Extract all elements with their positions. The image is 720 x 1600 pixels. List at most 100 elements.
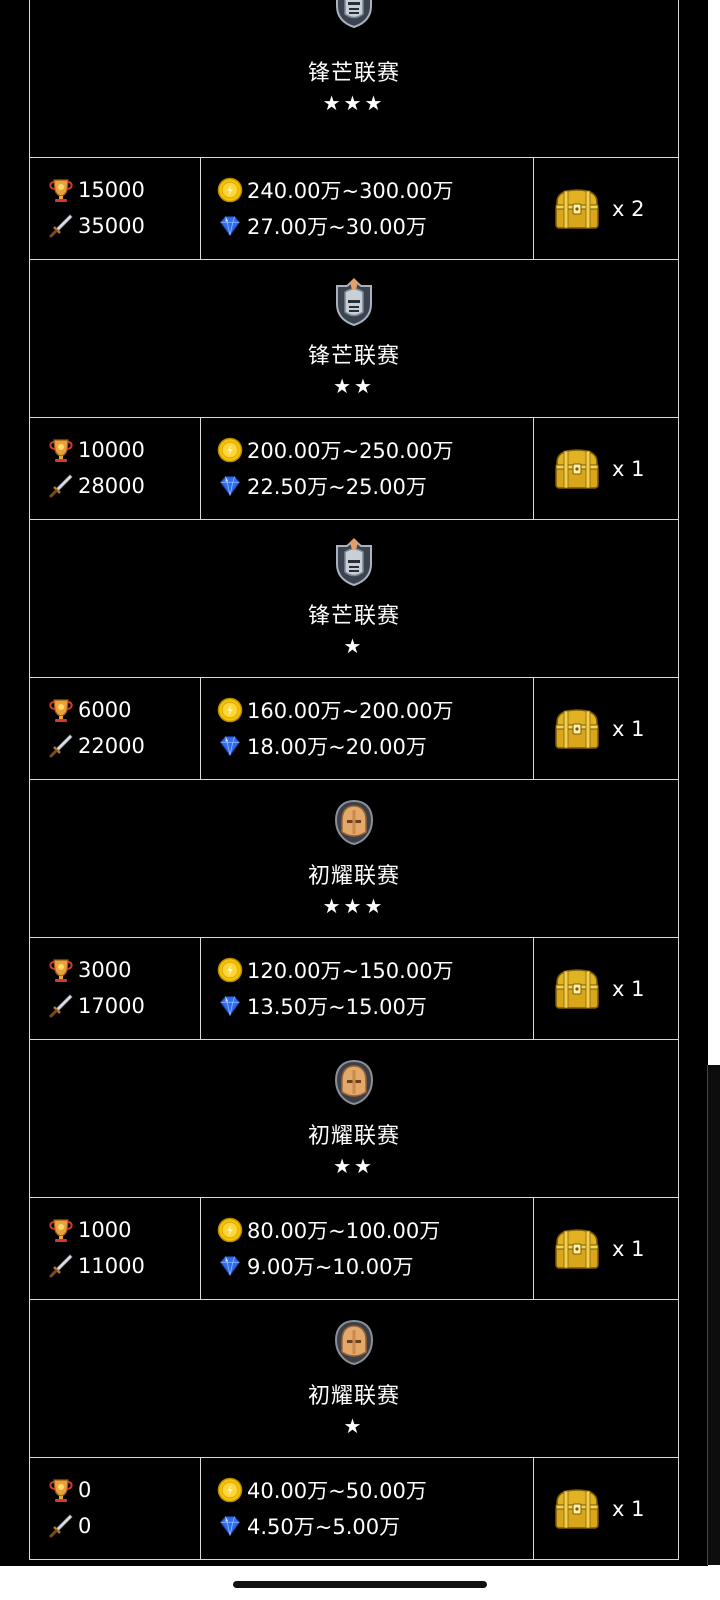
power-value: 22000 (78, 734, 145, 758)
trophy-requirement: 0 (48, 1476, 91, 1504)
trophy-requirement: 1000 (48, 1216, 131, 1244)
league-tier-header: 锋芒联赛 ★ (30, 520, 678, 678)
gold-reward: 240.00万~300.00万 (217, 176, 454, 204)
trophy-icon (48, 957, 74, 983)
diamond-range: 22.50万~25.00万 (247, 475, 427, 499)
trophy-icon (48, 437, 74, 463)
currency-reward-cell: 40.00万~50.00万 4.50万~5.00万 (201, 1458, 534, 1559)
currency-reward-cell: 160.00万~200.00万 18.00万~20.00万 (201, 678, 534, 779)
home-indicator[interactable] (233, 1581, 487, 1588)
chest-count: x 1 (612, 457, 645, 481)
power-requirement: 11000 (48, 1252, 145, 1280)
chest-reward: x 1 (552, 966, 644, 1012)
chest-count: x 2 (612, 197, 645, 221)
league-reward-table: 锋芒联赛 ★★★ 15000 35000 240.00万~300.00万 27.… (29, 0, 679, 1560)
trophy-requirement: 3000 (48, 956, 131, 984)
chest-reward-cell: x 1 (534, 1198, 678, 1299)
currency-reward-cell: 80.00万~100.00万 9.00万~10.00万 (201, 1198, 534, 1299)
steel-knight-emblem-icon (331, 0, 377, 29)
chest-count: x 1 (612, 1237, 645, 1261)
trophy-icon (48, 1477, 74, 1503)
gold-coin-icon (217, 177, 243, 203)
trophy-icon (48, 697, 74, 723)
gold-coin-icon (217, 697, 243, 723)
gold-range: 240.00万~300.00万 (247, 179, 454, 203)
chest-reward: x 1 (552, 706, 644, 752)
trophy-value: 6000 (78, 698, 132, 722)
gold-reward: 120.00万~150.00万 (217, 956, 454, 984)
chest-reward-cell: x 2 (534, 158, 678, 259)
league-stars: ★ (343, 634, 365, 658)
power-value: 28000 (78, 474, 145, 498)
diamond-reward: 13.50万~15.00万 (217, 992, 427, 1020)
diamond-reward: 9.00万~10.00万 (217, 1252, 413, 1280)
trophy-value: 10000 (78, 438, 145, 462)
diamond-icon (217, 733, 243, 759)
power-value: 0 (78, 1514, 92, 1538)
sword-icon (48, 1253, 74, 1279)
league-name: 初耀联赛 (307, 864, 400, 889)
currency-reward-cell: 240.00万~300.00万 27.00万~30.00万 (201, 158, 534, 259)
requirement-cell: 0 0 (30, 1458, 201, 1559)
bronze-knight-emblem-icon (331, 798, 377, 846)
bronze-knight-emblem-icon (331, 1318, 377, 1366)
chest-reward-cell: x 1 (534, 1458, 678, 1559)
chest-reward-cell: x 1 (534, 678, 678, 779)
sword-icon (48, 993, 74, 1019)
gold-range: 160.00万~200.00万 (247, 699, 454, 723)
league-stars: ★★ (333, 1154, 375, 1178)
power-value: 17000 (78, 994, 145, 1018)
reward-row: 6000 22000 160.00万~200.00万 18.00万~20.00万… (30, 678, 678, 780)
trophy-value: 1000 (78, 1218, 132, 1242)
chest-reward-cell: x 1 (534, 418, 678, 519)
diamond-icon (217, 993, 243, 1019)
chest-reward: x 1 (552, 1226, 644, 1272)
treasure-chest-icon (552, 1226, 602, 1272)
power-requirement: 0 (48, 1512, 91, 1540)
gold-range: 120.00万~150.00万 (247, 959, 454, 983)
gold-range: 40.00万~50.00万 (247, 1479, 427, 1503)
currency-reward-cell: 200.00万~250.00万 22.50万~25.00万 (201, 418, 534, 519)
league-stars: ★ (343, 1414, 365, 1438)
reward-row: 10000 28000 200.00万~250.00万 22.50万~25.00… (30, 418, 678, 520)
league-tier-header: 锋芒联赛 ★★ (30, 260, 678, 418)
league-stars: ★★★ (322, 91, 386, 115)
sword-icon (48, 473, 74, 499)
league-stars: ★★ (333, 374, 375, 398)
gold-reward: 80.00万~100.00万 (217, 1216, 440, 1244)
gold-reward: 40.00万~50.00万 (217, 1476, 427, 1504)
trophy-requirement: 10000 (48, 436, 145, 464)
power-value: 35000 (78, 214, 145, 238)
gold-coin-icon (217, 437, 243, 463)
diamond-range: 18.00万~20.00万 (247, 735, 427, 759)
treasure-chest-icon (552, 1486, 602, 1532)
gold-reward: 160.00万~200.00万 (217, 696, 454, 724)
reward-row: 15000 35000 240.00万~300.00万 27.00万~30.00… (30, 158, 678, 260)
requirement-cell: 1000 11000 (30, 1198, 201, 1299)
gold-range: 200.00万~250.00万 (247, 439, 454, 463)
league-tier-header: 初耀联赛 ★ (30, 1300, 678, 1458)
diamond-range: 4.50万~5.00万 (247, 1515, 401, 1539)
gold-coin-icon (217, 957, 243, 983)
diamond-range: 27.00万~30.00万 (247, 215, 427, 239)
gold-coin-icon (217, 1477, 243, 1503)
league-name: 初耀联赛 (307, 1384, 400, 1409)
treasure-chest-icon (552, 966, 602, 1012)
diamond-range: 13.50万~15.00万 (247, 995, 427, 1019)
requirement-cell: 10000 28000 (30, 418, 201, 519)
power-requirement: 22000 (48, 732, 145, 760)
gold-coin-icon (217, 1217, 243, 1243)
requirement-cell: 6000 22000 (30, 678, 201, 779)
diamond-range: 9.00万~10.00万 (247, 1255, 414, 1279)
chest-reward: x 1 (552, 446, 644, 492)
power-requirement: 17000 (48, 992, 145, 1020)
diamond-reward: 18.00万~20.00万 (217, 732, 427, 760)
power-requirement: 28000 (48, 472, 145, 500)
power-requirement: 35000 (48, 212, 145, 240)
trophy-requirement: 6000 (48, 696, 131, 724)
treasure-chest-icon (552, 186, 602, 232)
currency-reward-cell: 120.00万~150.00万 13.50万~15.00万 (201, 938, 534, 1039)
scrollbar-thumb[interactable] (707, 1065, 720, 1565)
chest-count: x 1 (612, 1497, 645, 1521)
chest-count: x 1 (612, 717, 645, 741)
